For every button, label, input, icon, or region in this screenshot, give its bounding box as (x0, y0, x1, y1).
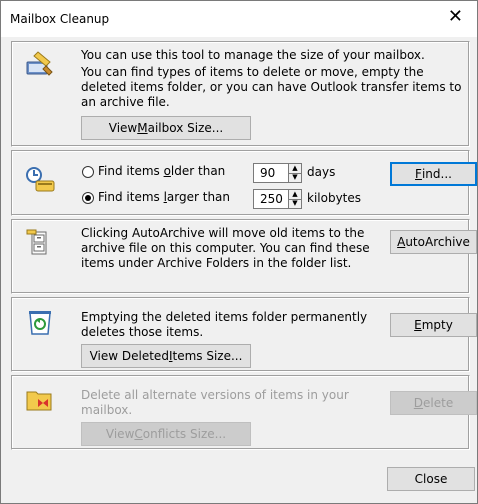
mailbox-cleanup-dialog: Mailbox Cleanup ✕ You can use this tool … (0, 0, 478, 504)
larger-than-kb-input[interactable]: 250 (253, 189, 289, 209)
dialog-title: Mailbox Cleanup (10, 12, 110, 26)
view-conflicts-size-button[interactable]: View Conflicts Size... (81, 422, 251, 446)
delete-button[interactable]: Delete (390, 391, 477, 415)
manage-intro-text: You can use this tool to manage the size… (81, 48, 425, 62)
kilobytes-unit-label: kilobytes (307, 191, 362, 205)
archive-section: Clicking AutoArchive will move old items… (11, 219, 477, 294)
autoarchive-button[interactable]: AutoArchive (390, 230, 477, 254)
conflicts-folder-icon (26, 391, 52, 411)
autoarchive-description: Clicking AutoArchive will move old items… (81, 226, 370, 270)
spin-down-icon[interactable]: ▼ (289, 199, 301, 208)
view-mailbox-size-button[interactable]: View Mailbox Size... (81, 116, 251, 140)
deleted-items-section: Emptying the deleted items folder perman… (11, 297, 477, 372)
recycle-bin-icon (29, 311, 51, 335)
cleanup-brush-icon (26, 51, 53, 76)
older-than-label[interactable]: Find items older than (98, 164, 225, 179)
manage-detail-text: You can find types of items to delete or… (81, 65, 462, 109)
conflicts-section: Delete all alternate versions of items i… (11, 375, 477, 450)
find-clock-icon (26, 167, 55, 192)
larger-than-label[interactable]: Find items larger than (98, 190, 230, 205)
archive-cabinet-icon (26, 229, 47, 255)
close-button[interactable]: Close (387, 467, 475, 491)
spin-down-icon[interactable]: ▼ (289, 173, 301, 182)
older-than-radio[interactable] (82, 166, 94, 178)
empty-button[interactable]: Empty (390, 313, 477, 337)
larger-than-spinner[interactable]: ▲ ▼ (288, 189, 302, 209)
larger-than-radio[interactable] (82, 192, 94, 204)
delete-conflicts-description: Delete all alternate versions of items i… (81, 388, 349, 417)
older-than-spinner[interactable]: ▲ ▼ (288, 163, 302, 183)
title-bar: Mailbox Cleanup ✕ (1, 1, 477, 37)
manage-section: You can use this tool to manage the size… (11, 41, 470, 147)
days-unit-label: days (307, 165, 336, 179)
empty-deleted-description: Emptying the deleted items folder perman… (81, 310, 368, 339)
find-section: Find items older than 90 ▲ ▼ days Find i… (11, 150, 477, 216)
close-icon[interactable]: ✕ (448, 7, 463, 27)
view-deleted-items-size-button[interactable]: View Deleted Items Size... (81, 344, 251, 368)
older-than-days-input[interactable]: 90 (253, 163, 289, 183)
find-button[interactable]: Find... (390, 162, 477, 186)
